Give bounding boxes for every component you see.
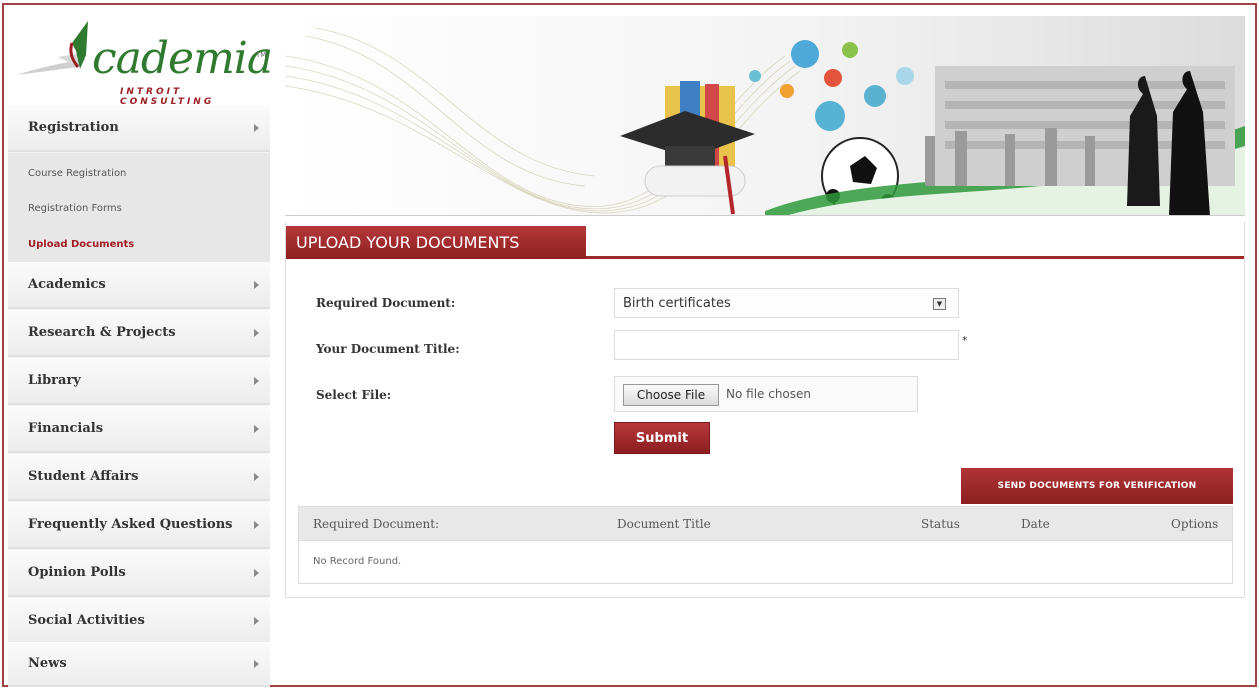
- sidebar-item-label: Library: [28, 373, 81, 388]
- document-title-input[interactable]: [614, 330, 959, 360]
- logo[interactable]: cademia TM INTROIT CONSULTING: [8, 7, 273, 107]
- sidebar-item-label: Academics: [28, 277, 106, 292]
- no-file-chosen-text: No file chosen: [726, 387, 812, 401]
- send-for-verification-button[interactable]: SEND DOCUMENTS FOR VERIFICATION: [961, 468, 1233, 504]
- chevron-right-icon: [254, 659, 259, 668]
- no-record-text: No Record Found.: [313, 556, 402, 567]
- chevron-right-icon: [254, 328, 259, 337]
- dropdown-arrow-icon[interactable]: ▼: [933, 298, 946, 310]
- submit-button[interactable]: Submit: [614, 422, 710, 454]
- sidebar-item-news[interactable]: News: [8, 642, 270, 687]
- select-file-label: Select File:: [316, 388, 392, 402]
- chevron-right-icon: [254, 568, 259, 577]
- submenu-item-registration-forms[interactable]: Registration Forms: [28, 203, 122, 214]
- logo-trademark: TM: [256, 51, 267, 59]
- sidebar-item-student-affairs[interactable]: Student Affairs: [8, 454, 270, 501]
- logo-subtitle: INTROIT CONSULTING: [120, 87, 215, 107]
- sidebar-item-label: Research & Projects: [28, 325, 176, 340]
- sidebar-item-label: Registration: [28, 120, 119, 135]
- required-document-select[interactable]: Birth certificates ▼: [614, 288, 959, 318]
- registration-submenu: Course Registration Registration Forms U…: [8, 153, 270, 262]
- sidebar-item-label: News: [28, 656, 67, 671]
- upload-panel: UPLOAD YOUR DOCUMENTS Required Document:…: [285, 222, 1245, 598]
- required-marker: *: [962, 334, 968, 347]
- sidebar-item-registration[interactable]: Registration: [8, 105, 270, 152]
- documents-table: Required Document: Document Title Status…: [298, 506, 1233, 584]
- sidebar: cademia TM INTROIT CONSULTING Registrati…: [8, 7, 273, 687]
- sidebar-item-social-activities[interactable]: Social Activities: [8, 598, 270, 645]
- sidebar-item-academics[interactable]: Academics: [8, 262, 270, 309]
- header-banner: [285, 16, 1245, 216]
- page-title: UPLOAD YOUR DOCUMENTS: [296, 233, 520, 252]
- document-title-label: Your Document Title:: [316, 342, 460, 356]
- sidebar-item-label: Opinion Polls: [28, 565, 126, 580]
- tab-upload-documents[interactable]: UPLOAD YOUR DOCUMENTS: [286, 226, 586, 259]
- column-date: Date: [1021, 517, 1050, 531]
- logo-text: cademia: [92, 33, 273, 84]
- chevron-right-icon: [254, 376, 259, 385]
- chevron-right-icon: [254, 472, 259, 481]
- column-options: Options: [1171, 517, 1219, 531]
- required-document-value: Birth certificates: [623, 295, 731, 311]
- sidebar-item-label: Frequently Asked Questions: [28, 517, 233, 532]
- banner-illustration: [285, 27, 1245, 215]
- chevron-right-icon: [254, 616, 259, 625]
- sidebar-item-opinion-polls[interactable]: Opinion Polls: [8, 550, 270, 597]
- chevron-right-icon: [254, 123, 259, 132]
- chevron-right-icon: [254, 280, 259, 289]
- sidebar-item-label: Financials: [28, 421, 104, 436]
- sidebar-item-financials[interactable]: Financials: [8, 406, 270, 453]
- chevron-right-icon: [254, 424, 259, 433]
- table-header: Required Document: Document Title Status…: [299, 507, 1232, 541]
- required-document-label: Required Document:: [316, 296, 456, 310]
- column-required-document: Required Document:: [313, 517, 440, 531]
- column-status: Status: [921, 517, 960, 531]
- chevron-right-icon: [254, 520, 259, 529]
- sidebar-item-label: Student Affairs: [28, 469, 139, 484]
- column-document-title: Document Title: [617, 517, 711, 531]
- choose-file-button[interactable]: Choose File: [623, 384, 719, 406]
- sidebar-item-label: Social Activities: [28, 613, 145, 628]
- sidebar-item-faq[interactable]: Frequently Asked Questions: [8, 502, 270, 549]
- sidebar-item-library[interactable]: Library: [8, 358, 270, 405]
- sidebar-item-research-projects[interactable]: Research & Projects: [8, 310, 270, 357]
- submenu-item-upload-documents[interactable]: Upload Documents: [28, 239, 134, 250]
- submenu-item-course-registration[interactable]: Course Registration: [28, 168, 126, 179]
